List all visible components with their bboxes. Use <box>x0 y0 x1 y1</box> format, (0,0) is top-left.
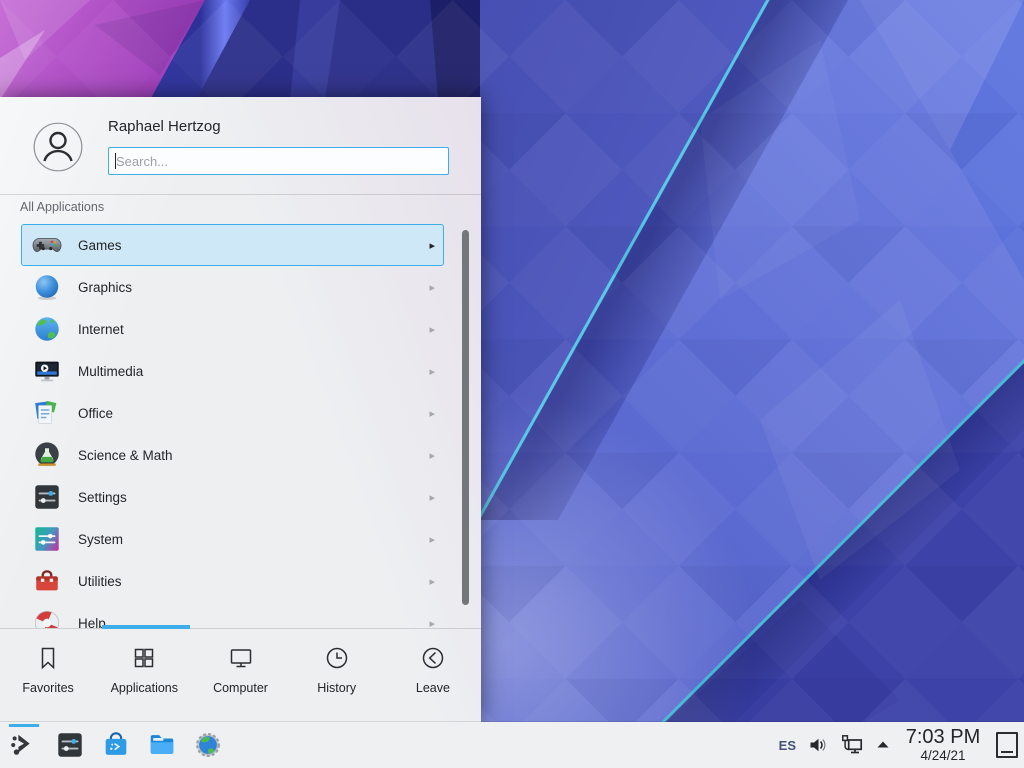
globe-icon <box>32 314 62 344</box>
sliders-icon <box>32 482 62 512</box>
system-tray: ES <box>779 727 1024 763</box>
category-multimedia[interactable]: Multimedia ▸ <box>21 350 444 392</box>
file-manager-button[interactable] <box>147 730 177 760</box>
toolbox-icon <box>32 566 62 596</box>
list-scrollbar[interactable] <box>462 230 469 605</box>
kde-launcher-icon <box>9 730 39 760</box>
user-name: Raphael Hertzog <box>108 118 221 135</box>
media-screen-icon <box>32 356 62 386</box>
paint-sphere-icon <box>32 272 62 302</box>
tab-label: Favorites <box>22 681 73 695</box>
web-browser-button[interactable] <box>193 730 223 760</box>
launcher-tabbar: Favorites Applications C <box>0 628 481 722</box>
system-sliders-icon <box>32 524 62 554</box>
category-label: Office <box>78 406 113 421</box>
tab-label: Leave <box>416 681 450 695</box>
tab-history[interactable]: History <box>289 629 385 722</box>
taskbar: ES <box>0 722 1024 768</box>
clock-date: 4/24/21 <box>902 749 984 763</box>
gamepad-icon <box>32 230 62 260</box>
submenu-arrow-icon: ▸ <box>429 491 435 504</box>
category-label: Utilities <box>78 574 122 589</box>
submenu-arrow-icon: ▸ <box>429 575 435 588</box>
category-label: System <box>78 532 123 547</box>
show-desktop-button[interactable] <box>996 732 1018 758</box>
category-label: Internet <box>78 322 124 337</box>
volume-icon[interactable] <box>808 735 828 755</box>
submenu-arrow-icon: ▸ <box>429 323 435 336</box>
submenu-arrow-icon: ▸ <box>429 281 435 294</box>
bookmark-icon <box>34 644 62 672</box>
tab-leave[interactable]: Leave <box>385 629 481 722</box>
tab-label: Computer <box>213 681 268 695</box>
category-label: Graphics <box>78 280 132 295</box>
search-input[interactable] <box>108 147 449 175</box>
application-launcher-popup: Raphael Hertzog All Applications <box>0 97 481 722</box>
category-label: Multimedia <box>78 364 143 379</box>
leave-icon <box>419 644 447 672</box>
wired-network-icon[interactable] <box>840 733 864 757</box>
category-science-math[interactable]: Science & Math ▸ <box>21 434 444 476</box>
person-icon <box>33 122 83 172</box>
search-field-wrap <box>108 147 449 175</box>
pinned-apps <box>9 730 223 760</box>
globe-gear-icon <box>193 730 223 760</box>
header-divider <box>0 194 481 195</box>
submenu-arrow-icon: ▸ <box>429 239 435 252</box>
category-label: Settings <box>78 490 127 505</box>
digital-clock[interactable]: 7:03 PM 4/24/21 <box>902 727 984 763</box>
text-caret <box>115 153 116 169</box>
discover-button[interactable] <box>101 730 131 760</box>
tab-label: History <box>317 681 356 695</box>
category-utilities[interactable]: Utilities ▸ <box>21 560 444 602</box>
monitor-icon <box>227 644 255 672</box>
desktop: Raphael Hertzog All Applications <box>0 0 1024 768</box>
category-internet[interactable]: Internet ▸ <box>21 308 444 350</box>
submenu-arrow-icon: ▸ <box>429 533 435 546</box>
system-settings-button[interactable] <box>55 730 85 760</box>
app-grid-icon <box>130 644 158 672</box>
section-header: All Applications <box>20 200 104 214</box>
tab-computer[interactable]: Computer <box>192 629 288 722</box>
submenu-arrow-icon: ▸ <box>429 407 435 420</box>
submenu-arrow-icon: ▸ <box>429 617 435 629</box>
discover-bag-icon <box>101 730 131 760</box>
active-task-indicator <box>9 724 39 727</box>
active-tab-underline <box>102 625 190 629</box>
system-settings-icon <box>55 730 85 760</box>
submenu-arrow-icon: ▸ <box>429 365 435 378</box>
documents-icon <box>32 398 62 428</box>
application-launcher-button[interactable] <box>9 730 39 760</box>
category-system[interactable]: System ▸ <box>21 518 444 560</box>
category-office[interactable]: Office ▸ <box>21 392 444 434</box>
category-settings[interactable]: Settings ▸ <box>21 476 444 518</box>
tab-favorites[interactable]: Favorites <box>0 629 96 722</box>
expand-tray-icon[interactable] <box>876 738 890 752</box>
category-help[interactable]: Help ▸ <box>21 602 444 628</box>
tab-label: Applications <box>111 681 178 695</box>
submenu-arrow-icon: ▸ <box>429 449 435 462</box>
folder-icon <box>147 730 177 760</box>
lifebuoy-icon <box>32 608 62 628</box>
category-label: Games <box>78 238 122 253</box>
flask-icon <box>32 440 62 470</box>
keyboard-layout-indicator[interactable]: ES <box>779 738 796 753</box>
category-graphics[interactable]: Graphics ▸ <box>21 266 444 308</box>
category-label: Science & Math <box>78 448 173 463</box>
tab-applications[interactable]: Applications <box>96 629 192 722</box>
user-avatar[interactable] <box>33 122 83 172</box>
category-games[interactable]: Games ▸ <box>21 224 444 266</box>
clock-time: 7:03 PM <box>902 727 984 747</box>
clock-icon <box>323 644 351 672</box>
category-list: Games ▸ Graphics ▸ <box>0 224 481 628</box>
